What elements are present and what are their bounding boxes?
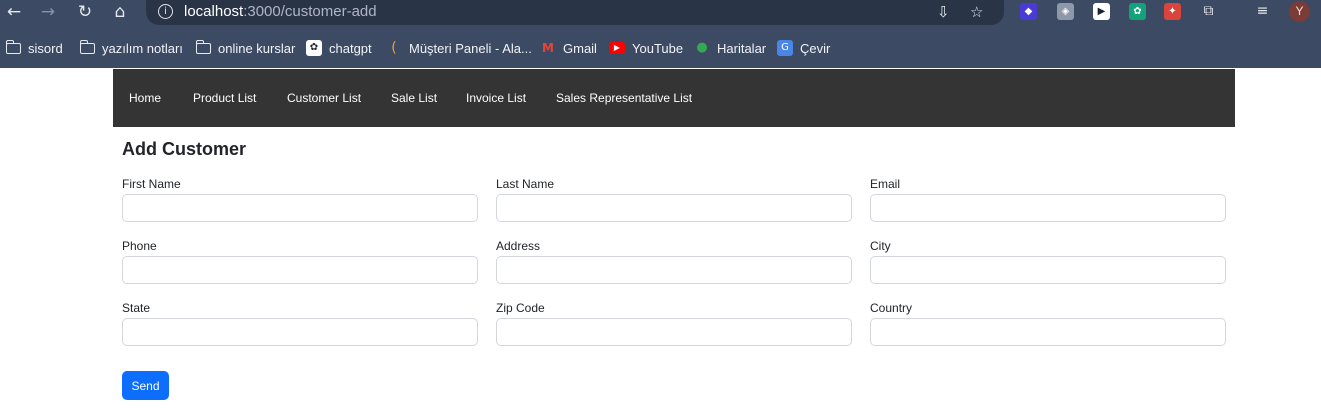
home-icon[interactable]: ⌂ <box>109 1 131 23</box>
url-path: :3000/customer-add <box>243 3 377 20</box>
bookmark-cevir[interactable]: G Çevir <box>777 37 830 59</box>
bookmark-label: Haritalar <box>717 40 767 56</box>
bookmark-yazilim-notlari[interactable]: yazılım notları <box>79 37 183 59</box>
media-control-icon[interactable]: ≡ <box>1254 3 1271 20</box>
zip-code-field[interactable] <box>496 318 852 346</box>
youtube-icon: ▶ <box>609 42 625 54</box>
bookmark-star-icon[interactable]: ☆ <box>970 3 983 21</box>
maps-icon: ● <box>696 40 708 55</box>
state-field[interactable] <box>122 318 478 346</box>
extensions-puzzle-icon[interactable]: ⧉ <box>1200 3 1217 20</box>
country-label: Country <box>870 301 913 315</box>
bookmark-label: Müşteri Paneli - Ala... <box>409 40 532 56</box>
nav-link-sale-list[interactable]: Sale List <box>391 91 437 105</box>
reload-icon[interactable]: ↻ <box>74 1 96 23</box>
app-navbar: Home Product List Customer List Sale Lis… <box>113 69 1235 127</box>
folder-icon <box>195 39 211 54</box>
extension-shield-icon[interactable]: ◈ <box>1057 3 1074 20</box>
bookmark-haritalar[interactable]: ● Haritalar <box>694 37 766 59</box>
bookmark-label: yazılım notları <box>102 40 183 56</box>
bookmark-sisord[interactable]: sisord <box>5 37 63 59</box>
email-label: Email <box>870 177 901 191</box>
site-info-icon[interactable]: i <box>158 4 173 19</box>
url-host: localhost <box>184 3 244 20</box>
bookmark-online-kurslar[interactable]: online kurslar <box>195 37 296 59</box>
browser-chrome: ← → ↻ ⌂ i localhost:3000/customer-add ⇩ … <box>0 0 1321 68</box>
first-name-label: First Name <box>122 177 181 191</box>
bookmark-gmail[interactable]: M Gmail <box>540 37 597 59</box>
install-app-icon[interactable]: ⇩ <box>937 3 950 21</box>
city-label: City <box>870 239 891 253</box>
address-bar[interactable]: i localhost:3000/customer-add ⇩ ☆ <box>146 0 1004 25</box>
extension-play-icon[interactable]: ▶ <box>1093 3 1110 20</box>
page-title: Add Customer <box>122 139 247 159</box>
bookmark-label: sisord <box>28 40 63 56</box>
forward-icon[interactable]: → <box>37 1 59 23</box>
bookmarks-bar: sisord yazılım notları online kurslar ✿ … <box>0 37 1321 59</box>
address-label: Address <box>496 239 541 253</box>
profile-avatar[interactable]: Y <box>1289 1 1310 22</box>
url-text[interactable]: localhost:3000/customer-add <box>184 3 377 20</box>
back-icon[interactable]: ← <box>3 1 25 23</box>
bookmark-chatgpt[interactable]: ✿ chatgpt <box>306 37 372 59</box>
phone-label: Phone <box>122 239 157 253</box>
nav-link-sales-representative-list[interactable]: Sales Representative List <box>556 91 692 105</box>
bookmark-musteri-paneli[interactable]: ( Müşteri Paneli - Ala... <box>386 37 532 59</box>
gmail-icon: M <box>542 41 554 55</box>
country-field[interactable] <box>870 318 1226 346</box>
bookmark-label: YouTube <box>632 40 684 56</box>
email-field[interactable] <box>870 194 1226 222</box>
translate-icon: G <box>777 40 793 56</box>
browser-toolbar: ← → ↻ ⌂ i localhost:3000/customer-add ⇩ … <box>0 0 1321 25</box>
bookmark-youtube[interactable]: ▶ YouTube <box>609 37 683 59</box>
state-label: State <box>122 301 151 315</box>
customer-panel-icon: ( <box>391 40 397 56</box>
extension-red-icon[interactable]: ✦ <box>1164 3 1181 20</box>
phone-field[interactable] <box>122 256 478 284</box>
bookmark-label: online kurslar <box>218 40 296 56</box>
nav-link-customer-list[interactable]: Customer List <box>287 91 361 105</box>
bookmark-label: Çevir <box>800 40 831 56</box>
folder-icon <box>79 39 95 54</box>
address-field[interactable] <box>496 256 852 284</box>
zip-code-label: Zip Code <box>496 301 545 315</box>
send-button[interactable]: Send <box>122 371 169 400</box>
city-field[interactable] <box>870 256 1226 284</box>
bookmark-label: chatgpt <box>329 40 372 56</box>
nav-link-product-list[interactable]: Product List <box>193 91 256 105</box>
nav-link-invoice-list[interactable]: Invoice List <box>466 91 526 105</box>
bookmark-label: Gmail <box>563 40 597 56</box>
last-name-label: Last Name <box>496 177 555 191</box>
last-name-field[interactable] <box>496 194 852 222</box>
chatgpt-icon: ✿ <box>306 40 322 56</box>
extension-chatgpt-icon[interactable]: ✿ <box>1129 3 1146 20</box>
folder-icon <box>5 39 21 54</box>
first-name-field[interactable] <box>122 194 478 222</box>
extension-diamond-icon[interactable]: ◆ <box>1020 3 1037 20</box>
nav-link-home[interactable]: Home <box>129 91 161 105</box>
